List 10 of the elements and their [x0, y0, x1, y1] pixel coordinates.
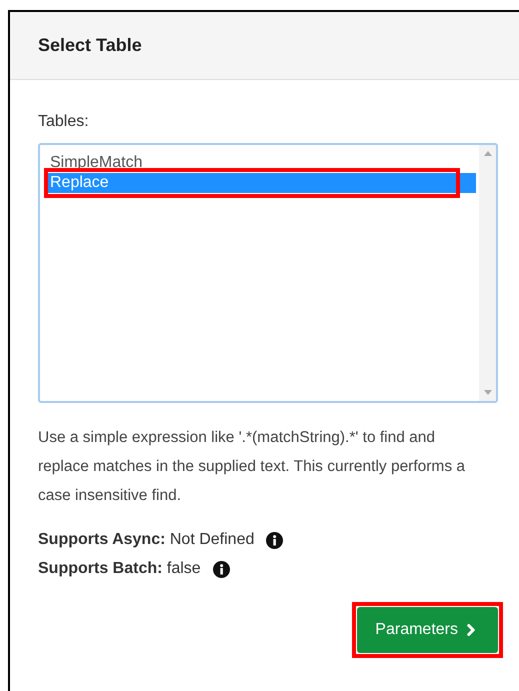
parameters-button[interactable]: Parameters — [357, 607, 498, 653]
property-text: Supports Async: Not Defined — [38, 530, 254, 550]
tables-listbox[interactable]: SimpleMatch Replace — [38, 143, 498, 403]
tables-label: Tables: — [38, 112, 90, 132]
table-option[interactable]: SimpleMatch — [48, 153, 476, 173]
property-text: Supports Batch: false — [38, 559, 201, 579]
panel-title: Select Table — [38, 34, 142, 57]
description-text: Use a simple expression like '.*(matchString).*' to find and replace matches in the supplied text. This currently performs a case insensitive find. — [38, 428, 466, 506]
info-icon[interactable] — [266, 532, 284, 548]
info-icon[interactable] — [212, 560, 230, 578]
